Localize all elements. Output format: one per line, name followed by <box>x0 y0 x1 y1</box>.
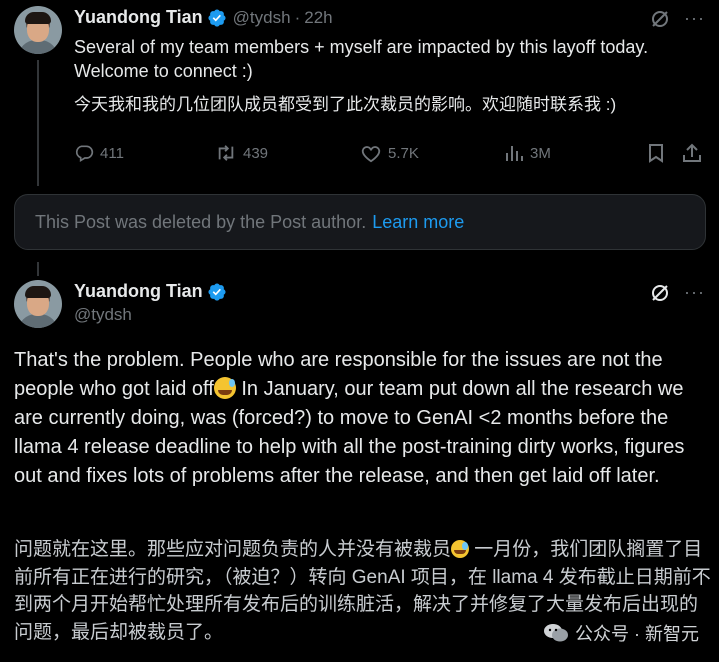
action-bar: 411 439 5.7K 3M <box>74 140 706 166</box>
grok-icon[interactable] <box>650 283 670 303</box>
author-row: Yuandong Tian @tydsh · 22h <box>74 7 333 28</box>
post-top-icons: ··· <box>650 282 705 303</box>
post-text-zh: 今天我和我的几位团队成员都受到了此次裁员的影响。欢迎随时联系我 :) <box>74 95 617 114</box>
learn-more-link[interactable]: Learn more <box>372 212 464 233</box>
post-top-icons: ··· <box>650 8 705 29</box>
repost-button[interactable]: 439 <box>215 140 268 166</box>
share-icon[interactable] <box>682 143 702 163</box>
author-row: Yuandong Tian <box>74 281 227 302</box>
heart-icon <box>361 146 381 163</box>
reply-button[interactable]: 411 <box>74 140 124 166</box>
sweat-smile-emoji-icon <box>451 540 470 558</box>
wechat-icon <box>544 624 568 642</box>
views-button[interactable]: 3M <box>504 140 551 166</box>
repost-count: 439 <box>243 144 269 162</box>
grok-icon[interactable] <box>650 9 670 29</box>
thread-line <box>37 262 39 276</box>
reply-count: 411 <box>100 144 124 162</box>
author-handle[interactable]: @tydsh <box>74 305 132 325</box>
repost-icon <box>218 145 234 161</box>
sweat-smile-emoji-icon <box>213 377 236 399</box>
post-timestamp[interactable]: 22h <box>304 8 332 28</box>
verified-badge-icon <box>208 282 226 301</box>
views-count: 3M <box>530 144 551 162</box>
watermark: 公众号 · 新智元 <box>543 620 699 646</box>
watermark-text: 公众号 · 新智元 <box>575 624 699 644</box>
author-name[interactable]: Yuandong Tian <box>74 281 203 302</box>
like-count: 5.7K <box>388 144 419 162</box>
avatar[interactable] <box>14 6 62 54</box>
verified-badge-icon <box>208 8 226 27</box>
deleted-notice-text: This Post was deleted by the Post author… <box>35 211 367 232</box>
thread-line <box>37 60 39 186</box>
post-body-en: That's the problem. People who are respo… <box>14 346 714 491</box>
reply-icon <box>75 145 94 162</box>
more-options-icon[interactable]: ··· <box>684 282 705 303</box>
separator-dot: · <box>294 7 301 27</box>
avatar[interactable] <box>14 280 62 328</box>
more-options-icon[interactable]: ··· <box>684 8 705 29</box>
post-body-zh-part1: 问题就在这里。那些应对问题负责的人并没有被裁员 <box>14 539 452 560</box>
author-name[interactable]: Yuandong Tian <box>74 7 203 28</box>
deleted-post-notice: This Post was deleted by the Post author… <box>14 194 706 250</box>
like-button[interactable]: 5.7K <box>360 140 419 166</box>
post-text-en: Several of my team members + myself are … <box>74 37 649 81</box>
bookmark-icon[interactable] <box>647 143 665 163</box>
author-handle[interactable]: @tydsh <box>233 8 291 28</box>
views-icon <box>506 146 523 161</box>
